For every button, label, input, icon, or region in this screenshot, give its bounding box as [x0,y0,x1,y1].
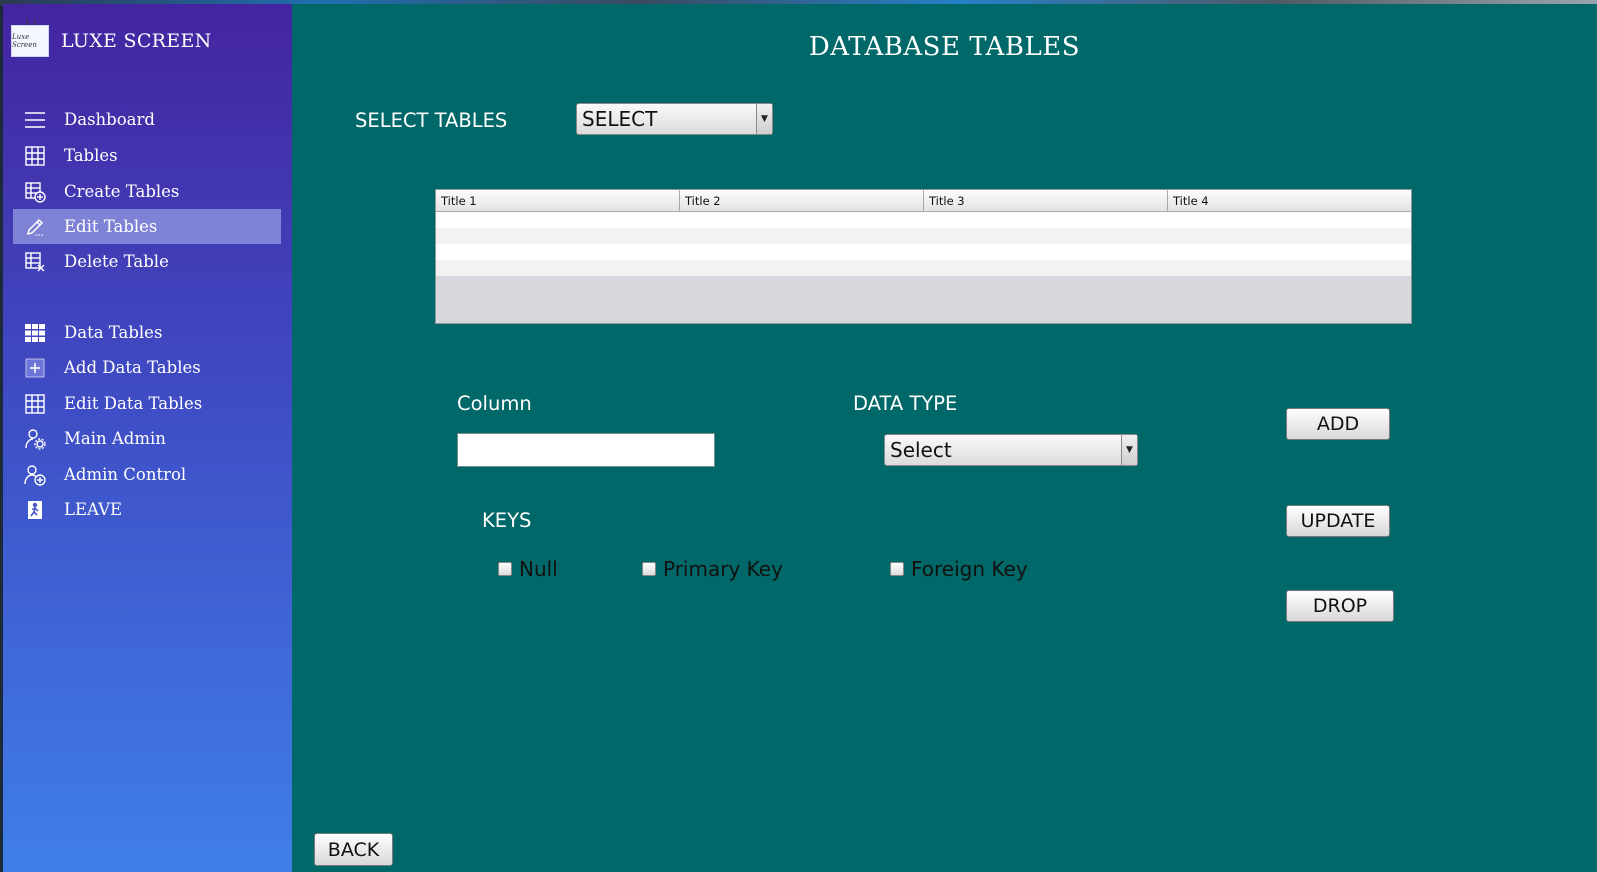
column-header[interactable]: Title 1 [436,190,680,211]
brand: Luxe Screen LUXE SCREEN [11,19,212,60]
chevron-down-icon: ▼ [756,104,772,134]
sidebar-item-label: Add Data Tables [64,358,201,377]
table-delete-icon [23,250,47,274]
sidebar-item-edit-tables[interactable]: Edit Tables [13,209,281,244]
column-label: Column [457,392,532,415]
select-tables-value: SELECT [582,107,658,131]
sidebar-item-label: Delete Table [64,252,169,271]
back-button[interactable]: BACK [314,833,393,866]
sidebar-item-leave[interactable]: LEAVE [13,492,281,527]
sidebar-item-label: Main Admin [64,429,166,448]
database-table: Title 1 Title 2 Title 3 Title 4 [435,189,1412,324]
sidebar-item-data-tables[interactable]: Data Tables [13,315,281,350]
chevron-down-icon: ▼ [1121,435,1137,465]
sidebar-item-add-data-tables[interactable]: Add Data Tables [13,350,281,385]
table-row[interactable] [436,260,1411,276]
sidebar-item-label: Admin Control [64,465,187,484]
admin-gear-icon [23,427,47,451]
table-header: Title 1 Title 2 Title 3 Title 4 [436,190,1411,212]
column-header[interactable]: Title 2 [680,190,924,211]
sidebar-item-label: Create Tables [64,182,180,201]
main-panel: DATABASE TABLES SELECT TABLES SELECT ▼ T… [292,4,1597,872]
table-row[interactable] [436,228,1411,244]
select-tables-dropdown[interactable]: SELECT ▼ [576,103,773,135]
data-type-dropdown[interactable]: Select ▼ [884,434,1138,466]
brand-logo-text: Luxe Screen [12,33,37,49]
foreign-key-checkbox-label: Foreign Key [911,557,1028,581]
brand-title: LUXE SCREEN [61,30,212,52]
brand-logo: Luxe Screen [11,19,49,57]
column-input[interactable] [457,433,715,467]
null-checkbox[interactable]: Null [498,557,558,581]
sidebar-item-admin-control[interactable]: Admin Control [13,457,281,492]
pencil-icon [23,215,47,239]
sidebar-item-label: Edit Tables [64,217,158,236]
app-window: Luxe Screen LUXE SCREEN Dashboard Tables… [3,4,1597,872]
table-add-icon [23,180,47,204]
checkbox-box[interactable] [642,562,656,576]
data-type-value: Select [890,438,952,462]
primary-key-checkbox-label: Primary Key [663,557,783,581]
menu-icon [23,108,47,132]
column-header[interactable]: Title 3 [924,190,1168,211]
sidebar-item-dashboard[interactable]: Dashboard [13,102,281,137]
checkbox-box[interactable] [890,562,904,576]
page-title: DATABASE TABLES [808,32,1081,62]
sidebar-item-label: Edit Data Tables [64,394,203,413]
sidebar-item-create-tables[interactable]: Create Tables [13,174,281,209]
keys-label: KEYS [482,509,532,532]
sidebar-item-label: Dashboard [64,110,155,129]
select-tables-label: SELECT TABLES [355,109,508,132]
sidebar-item-label: LEAVE [64,500,123,519]
checkbox-box[interactable] [498,562,512,576]
sidebar-item-main-admin[interactable]: Main Admin [13,421,281,456]
table-row[interactable] [436,244,1411,260]
sidebar-item-label: Data Tables [64,323,163,342]
primary-key-checkbox[interactable]: Primary Key [642,557,783,581]
sidebar-item-edit-data-tables[interactable]: Edit Data Tables [13,386,281,421]
add-button[interactable]: ADD [1286,408,1390,440]
null-checkbox-label: Null [519,557,558,581]
update-button[interactable]: UPDATE [1286,505,1390,537]
data-type-label: DATA TYPE [853,392,958,415]
exit-icon [23,498,47,522]
sidebar: Luxe Screen LUXE SCREEN Dashboard Tables… [3,4,292,872]
plus-square-icon [23,356,47,380]
admin-add-icon [23,463,47,487]
sidebar-item-label: Tables [64,146,118,165]
table-grid-icon [23,392,47,416]
sidebar-item-delete-table[interactable]: Delete Table [13,244,281,279]
drop-button[interactable]: DROP [1286,590,1394,622]
table-grid-icon [23,144,47,168]
column-header[interactable]: Title 4 [1168,190,1411,211]
data-grid-icon [23,321,47,345]
sidebar-item-tables[interactable]: Tables [13,138,281,173]
foreign-key-checkbox[interactable]: Foreign Key [890,557,1028,581]
table-row[interactable] [436,212,1411,228]
